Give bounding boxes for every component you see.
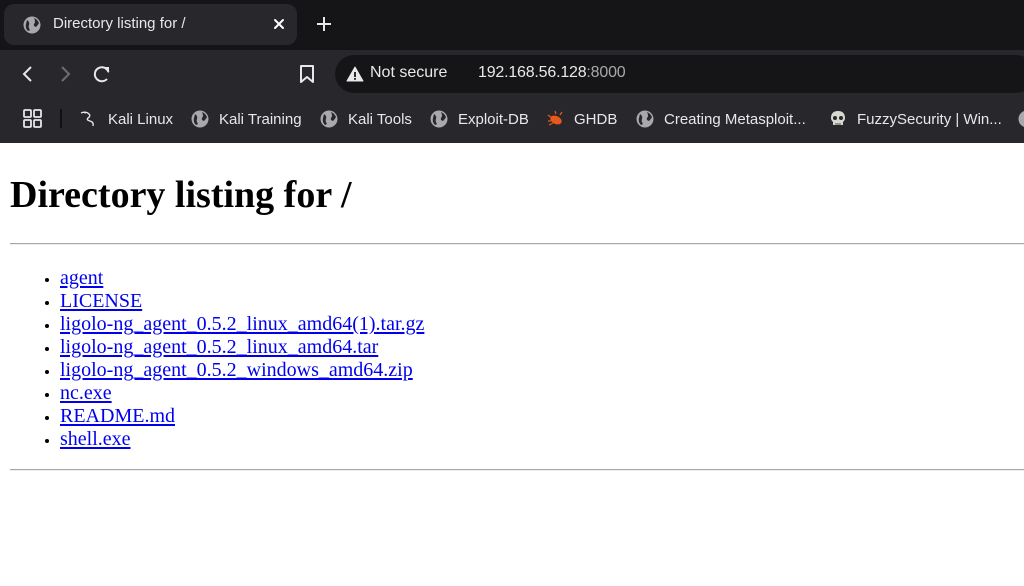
tab-strip: Directory listing for / <box>0 0 1024 50</box>
file-list-item: ligolo-ng_agent_0.5.2_linux_amd64.tar <box>60 336 424 359</box>
file-link-ligolo-linux-tar[interactable]: ligolo-ng_agent_0.5.2_linux_amd64.tar <box>60 336 378 358</box>
bookmark-kali-linux[interactable]: Kali Linux <box>80 108 173 130</box>
bookmark-label: Exploit-DB <box>458 110 529 128</box>
url-text[interactable]: 192.168.56.128:8000 <box>478 64 626 82</box>
kali-dragon-icon <box>80 111 94 127</box>
bug-icon <box>547 110 563 126</box>
bookmark-label: Kali Training <box>219 110 302 128</box>
close-icon[interactable] <box>270 15 288 33</box>
bookmark-label: Kali Linux <box>108 110 174 128</box>
bookmark-label: GHDB <box>574 110 618 128</box>
back-button[interactable] <box>16 62 40 86</box>
globe-icon <box>430 110 448 128</box>
url-host: 192.168.56.128 <box>478 64 587 81</box>
file-list-item: nc.exe <box>60 382 424 405</box>
globe-icon <box>23 16 41 34</box>
page-title: Directory listing for / <box>10 174 352 216</box>
skull-icon <box>831 111 845 125</box>
address-bar[interactable]: Not secure 192.168.56.128:8000 <box>335 55 1024 93</box>
file-list: agent LICENSE ligolo-ng_agent_0.5.2_linu… <box>60 267 424 451</box>
bookmark-fuzzysecurity[interactable]: FuzzySecurity | Win... <box>829 108 1002 130</box>
file-list-item: README.md <box>60 405 424 428</box>
globe-icon <box>636 110 654 128</box>
globe-icon <box>1018 111 1024 127</box>
file-list-item: shell.exe <box>60 428 424 451</box>
bookmarks-bar: Kali Linux Kali Training Kali Tools Expl… <box>0 98 1024 143</box>
plus-icon[interactable] <box>313 13 335 35</box>
warning-triangle-icon[interactable] <box>346 65 364 83</box>
security-label[interactable]: Not secure <box>370 64 447 82</box>
bookmark-exploit-db[interactable]: Exploit-DB <box>430 108 529 130</box>
globe-icon <box>320 110 338 128</box>
file-list-item: ligolo-ng_agent_0.5.2_linux_amd64(1).tar… <box>60 313 424 336</box>
file-list-item: LICENSE <box>60 290 424 313</box>
file-link-ligolo-linux-targz[interactable]: ligolo-ng_agent_0.5.2_linux_amd64(1).tar… <box>60 313 424 335</box>
divider-bottom <box>10 469 1024 471</box>
tab-title: Directory listing for / <box>53 15 186 32</box>
file-link-readme[interactable]: README.md <box>60 405 175 427</box>
bookmark-label: Creating Metasploit... <box>664 110 806 128</box>
bookmark-overflow[interactable] <box>1018 108 1024 130</box>
tab-directory-listing[interactable]: Directory listing for / <box>4 4 297 45</box>
browser-toolbar: Not secure 192.168.56.128:8000 <box>0 50 1024 98</box>
file-link-shell-exe[interactable]: shell.exe <box>60 428 131 450</box>
bookmark-icon[interactable] <box>295 62 319 86</box>
reload-button[interactable] <box>90 62 114 86</box>
divider-top <box>10 243 1024 245</box>
file-link-agent[interactable]: agent <box>60 267 103 289</box>
bookmark-kali-training[interactable]: Kali Training <box>191 108 302 130</box>
forward-button[interactable] <box>53 62 77 86</box>
bookmark-kali-tools[interactable]: Kali Tools <box>320 108 412 130</box>
file-link-nc-exe[interactable]: nc.exe <box>60 382 112 404</box>
globe-icon <box>191 110 209 128</box>
file-list-item: agent <box>60 267 424 290</box>
file-link-license[interactable]: LICENSE <box>60 290 142 312</box>
bookmark-label: FuzzySecurity | Win... <box>857 110 1002 128</box>
page-content: Directory listing for / agent LICENSE li… <box>0 143 1024 586</box>
bookmark-ghdb[interactable]: GHDB <box>546 108 617 130</box>
apps-grid-icon[interactable] <box>23 109 42 128</box>
file-link-ligolo-windows-zip[interactable]: ligolo-ng_agent_0.5.2_windows_amd64.zip <box>60 359 413 381</box>
bookmark-creating-metasploit[interactable]: Creating Metasploit... <box>636 108 806 130</box>
bookmark-label: Kali Tools <box>348 110 412 128</box>
url-port: :8000 <box>586 64 626 81</box>
bookmarks-separator <box>60 109 62 128</box>
file-list-item: ligolo-ng_agent_0.5.2_windows_amd64.zip <box>60 359 424 382</box>
